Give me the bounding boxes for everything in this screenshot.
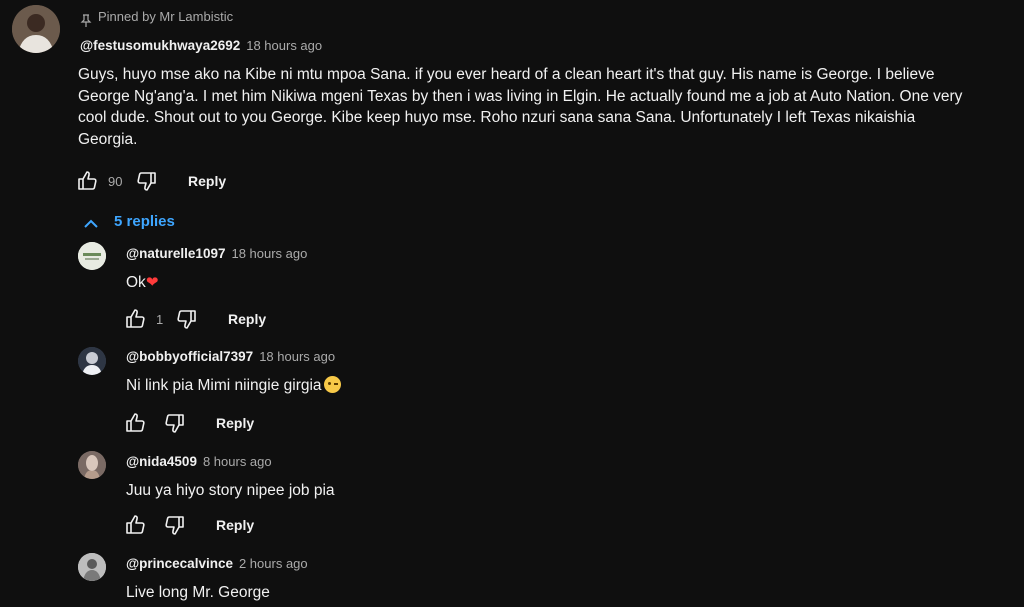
pinned-label: Pinned by Mr Lambistic bbox=[98, 8, 234, 24]
chevron-up-icon bbox=[82, 212, 100, 230]
main-comment-text: Guys, huyo mse ako na Kibe ni mtu mpoa S… bbox=[78, 64, 962, 150]
like-icon[interactable] bbox=[124, 513, 148, 537]
replies-toggle-label: 5 replies bbox=[114, 212, 175, 230]
reply-text-body: Ni link pia Mimi niingie girgia bbox=[126, 377, 322, 394]
pin-icon bbox=[80, 9, 92, 27]
reply-avatar[interactable] bbox=[78, 347, 106, 375]
reply-text-body: Ok bbox=[126, 274, 146, 291]
dislike-icon[interactable] bbox=[162, 513, 186, 537]
dislike-icon[interactable] bbox=[174, 307, 198, 331]
reply-author[interactable]: @nida4509 bbox=[126, 454, 197, 469]
reply-text-body: Juu ya hiyo story nipee job pia bbox=[126, 482, 335, 499]
reply-actions: Reply bbox=[124, 513, 254, 537]
like-icon[interactable] bbox=[76, 169, 100, 193]
reply-header: @princecalvince 2 hours ago bbox=[126, 556, 308, 571]
like-count: 1 bbox=[156, 311, 164, 327]
reply-text: Juu ya hiyo story nipee job pia bbox=[126, 480, 335, 502]
main-comment-header: @festusomukhwaya2692 18 hours ago bbox=[80, 38, 322, 53]
main-comment-actions: 90 Reply bbox=[76, 169, 226, 193]
dislike-icon[interactable] bbox=[134, 169, 158, 193]
reply-header: @naturelle1097 18 hours ago bbox=[126, 246, 307, 261]
reply-button[interactable]: Reply bbox=[228, 311, 266, 327]
main-comment-time[interactable]: 18 hours ago bbox=[246, 38, 322, 53]
reply-time[interactable]: 18 hours ago bbox=[259, 349, 335, 364]
reply-avatar[interactable] bbox=[78, 553, 106, 581]
reply-button[interactable]: Reply bbox=[188, 173, 226, 189]
reply-actions: 1 Reply bbox=[124, 307, 266, 331]
reply-text: Ni link pia Mimi niingie girgia bbox=[126, 375, 341, 397]
reply-time[interactable]: 2 hours ago bbox=[239, 556, 308, 571]
main-comment-line: Guys, huyo mse ako na Kibe ni mtu mpoa S… bbox=[78, 66, 935, 83]
like-icon[interactable] bbox=[124, 307, 148, 331]
main-comment-line: Georgia. bbox=[78, 130, 138, 148]
wink-emoji-icon bbox=[323, 376, 341, 393]
reply-author[interactable]: @princecalvince bbox=[126, 556, 233, 571]
dislike-icon[interactable] bbox=[162, 411, 186, 435]
reply-avatar[interactable] bbox=[78, 242, 106, 270]
like-count: 90 bbox=[108, 173, 123, 189]
pinned-indicator: Pinned by Mr Lambistic bbox=[80, 8, 234, 27]
reply-text: Live long Mr. George bbox=[126, 582, 270, 604]
reply-time[interactable]: 18 hours ago bbox=[231, 246, 307, 261]
reply-text-body: Live long Mr. George bbox=[126, 584, 270, 601]
main-comment-line: cool dude. Shout out to you George. Kibe… bbox=[78, 109, 916, 126]
reply-header: @nida4509 8 hours ago bbox=[126, 454, 272, 469]
reply-time[interactable]: 8 hours ago bbox=[203, 454, 272, 469]
main-comment-author[interactable]: @festusomukhwaya2692 bbox=[80, 38, 240, 53]
reply-avatar[interactable] bbox=[78, 451, 106, 479]
reply-button[interactable]: Reply bbox=[216, 415, 254, 431]
heart-emoji-icon: ❤ bbox=[145, 274, 159, 291]
reply-author[interactable]: @naturelle1097 bbox=[126, 246, 225, 261]
reply-actions: Reply bbox=[124, 411, 254, 435]
main-comment-avatar[interactable] bbox=[12, 5, 60, 53]
reply-author[interactable]: @bobbyofficial7397 bbox=[126, 349, 253, 364]
reply-text: Ok❤ bbox=[126, 272, 158, 294]
main-comment-line: George Ng'ang'a. I met him Nikiwa mgeni … bbox=[78, 87, 963, 105]
like-icon[interactable] bbox=[124, 411, 148, 435]
reply-button[interactable]: Reply bbox=[216, 517, 254, 533]
reply-header: @bobbyofficial7397 18 hours ago bbox=[126, 349, 335, 364]
replies-toggle-button[interactable]: 5 replies bbox=[82, 212, 175, 230]
